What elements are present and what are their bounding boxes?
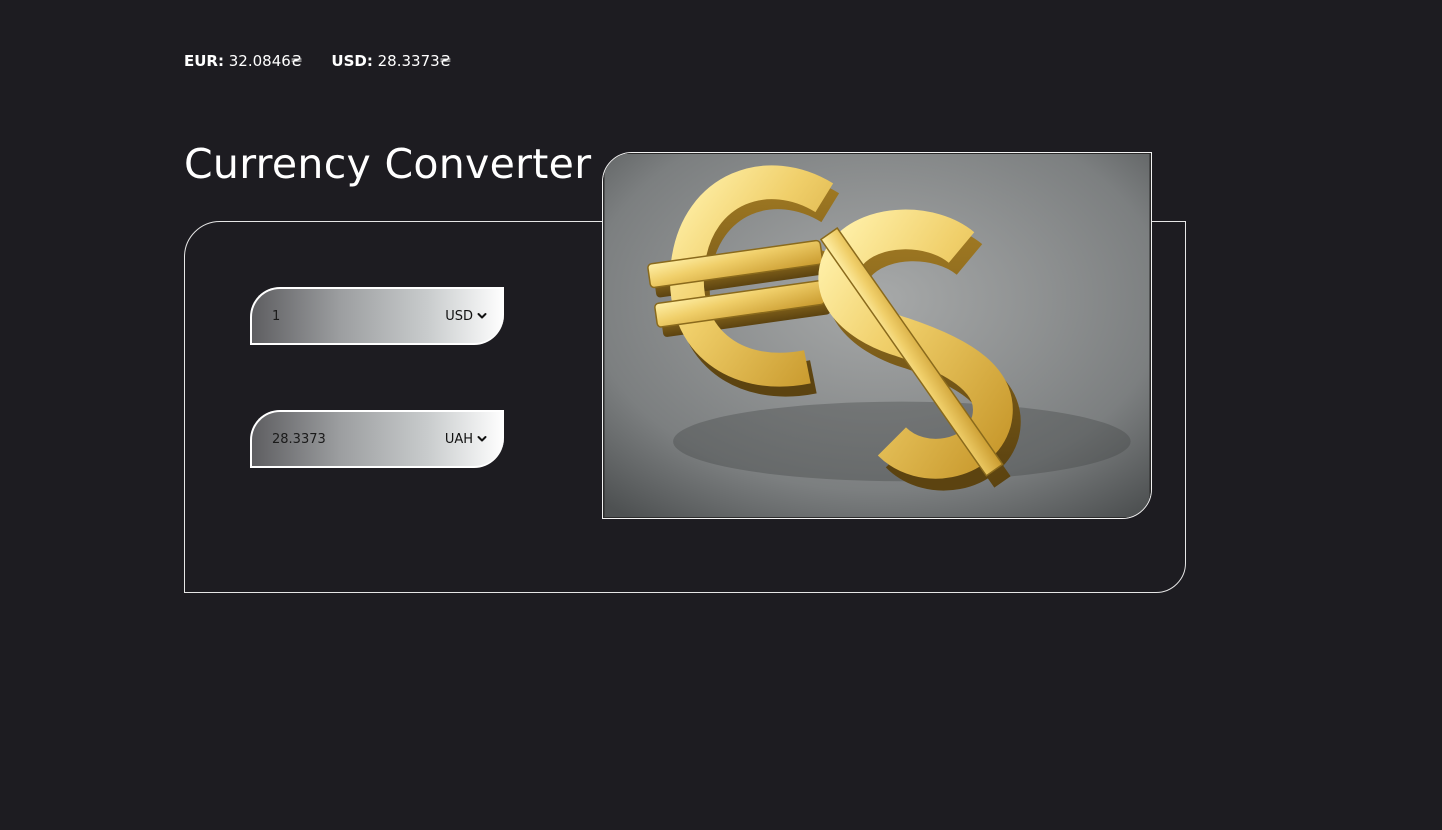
to-currency-field: 28.3373 UAH: [250, 410, 504, 468]
from-currency-select[interactable]: USD: [445, 309, 487, 324]
from-currency-label: USD: [445, 308, 473, 324]
currency-converter-page: EUR: 32.0846₴ USD: 28.3373₴ Currency Con…: [0, 0, 1442, 830]
rate-eur-label: EUR:: [184, 52, 224, 70]
rate-usd-label: USD:: [331, 52, 373, 70]
rate-usd-value: 28.3373₴: [377, 52, 452, 70]
to-amount-input[interactable]: 28.3373: [272, 432, 326, 447]
to-currency-select[interactable]: UAH: [445, 432, 487, 447]
from-currency-field: 1 USD: [250, 287, 504, 345]
page-title: Currency Converter: [184, 140, 592, 188]
chevron-down-icon: [477, 436, 487, 442]
currency-illustration: [602, 152, 1152, 519]
exchange-rates-bar: EUR: 32.0846₴ USD: 28.3373₴: [184, 51, 451, 71]
rate-eur-value: 32.0846₴: [228, 52, 303, 70]
to-currency-label: UAH: [444, 431, 473, 447]
rate-eur: EUR: 32.0846₴: [184, 51, 302, 71]
from-amount-input[interactable]: 1: [272, 309, 280, 324]
chevron-down-icon: [477, 313, 487, 319]
euro-dollar-icon: [603, 153, 1151, 518]
rate-usd: USD: 28.3373₴: [331, 51, 451, 71]
